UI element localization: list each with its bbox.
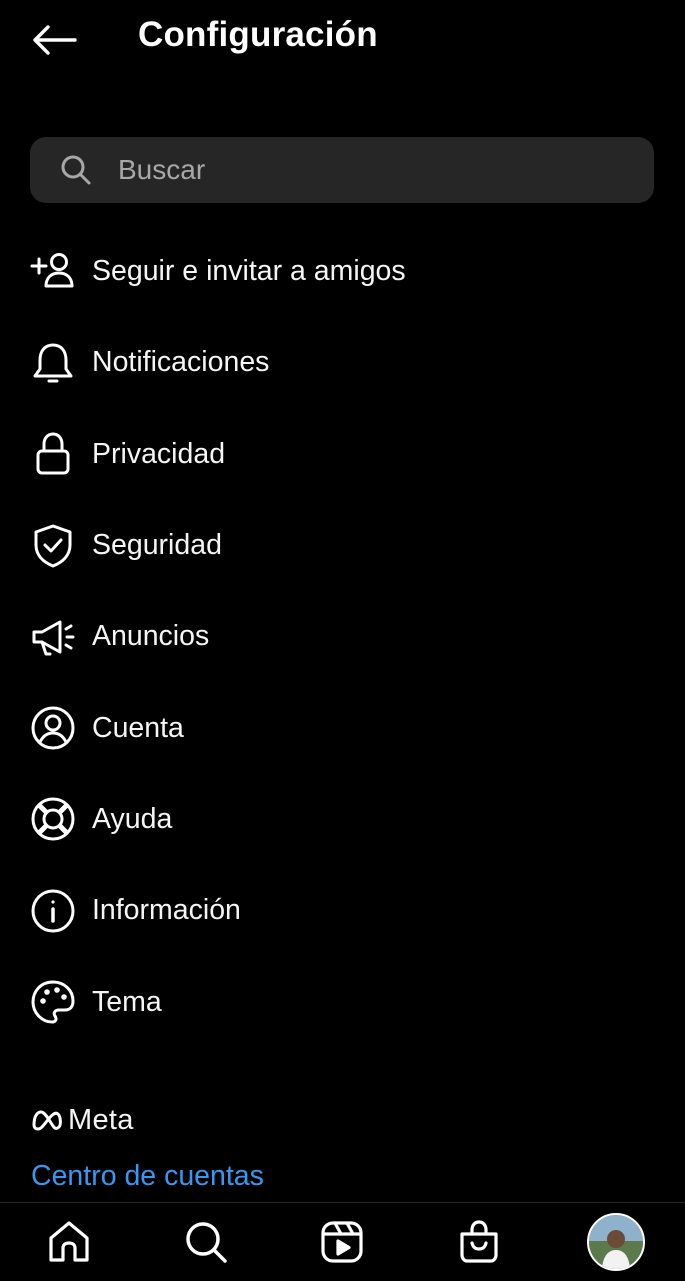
bell-icon [30,340,76,386]
menu-item-account[interactable]: Cuenta [0,682,685,773]
palette-icon [30,979,76,1025]
search-input[interactable] [118,154,598,186]
menu-item-label: Cuenta [92,711,184,744]
nav-shop[interactable] [439,1203,519,1281]
bottom-nav [0,1202,685,1281]
menu-item-about[interactable]: Información [0,865,685,956]
search-icon [186,1222,227,1263]
nav-profile[interactable] [576,1203,656,1281]
nav-search[interactable] [166,1203,246,1281]
menu-item-label: Información [92,894,241,927]
settings-menu: Seguir e invitar a amigos Notificaciones… [0,226,685,1048]
menu-item-label: Privacidad [92,437,226,470]
home-icon [49,1221,89,1262]
shop-icon [460,1220,498,1263]
nav-reels[interactable] [302,1203,382,1281]
info-icon [30,888,76,934]
lock-icon [30,431,76,477]
menu-item-follow-invite[interactable]: Seguir e invitar a amigos [0,226,685,317]
menu-item-label: Seguridad [92,529,222,562]
menu-item-security[interactable]: Seguridad [0,500,685,591]
menu-item-ads[interactable]: Anuncios [0,591,685,682]
lifebuoy-icon [30,796,76,842]
meta-infinity-icon [32,1110,62,1131]
profile-avatar [587,1213,645,1271]
search-bar[interactable] [30,137,654,203]
meta-wordmark: Meta [68,1103,134,1136]
menu-item-privacy[interactable]: Privacidad [0,409,685,500]
menu-item-notifications[interactable]: Notificaciones [0,317,685,408]
reels-icon [321,1221,363,1263]
accounts-center-link[interactable]: Centro de cuentas [31,1160,264,1193]
page-title: Configuración [138,15,378,54]
shield-check-icon [30,523,76,569]
search-icon [59,153,93,187]
menu-item-label: Ayuda [92,802,173,835]
add-person-icon [30,249,76,295]
megaphone-icon [30,614,76,660]
nav-home[interactable] [29,1203,109,1281]
user-circle-icon [30,705,76,751]
menu-item-label: Anuncios [92,620,210,653]
menu-item-label: Seguir e invitar a amigos [92,255,406,288]
back-button[interactable] [28,18,80,62]
menu-item-label: Tema [92,985,162,1018]
menu-item-help[interactable]: Ayuda [0,774,685,865]
menu-item-label: Notificaciones [92,346,270,379]
meta-logo: Meta [30,1104,134,1136]
header: Configuración [0,0,685,80]
arrow-left-icon [33,25,77,55]
menu-item-theme[interactable]: Tema [0,956,685,1047]
